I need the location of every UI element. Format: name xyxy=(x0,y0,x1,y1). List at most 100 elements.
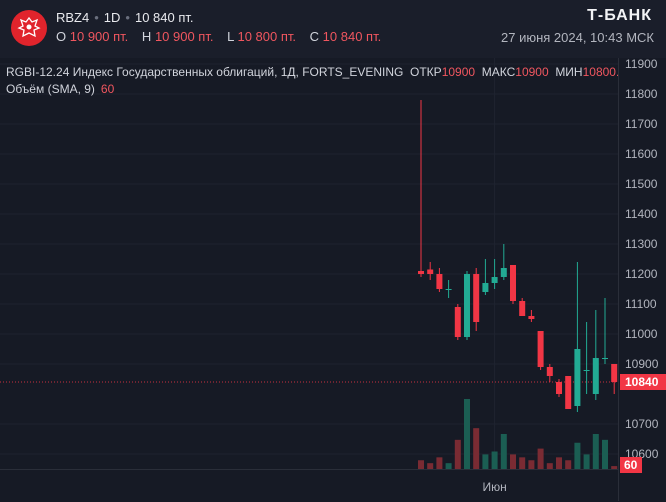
legend-low-label: МИН xyxy=(555,65,583,79)
candle xyxy=(510,265,516,304)
candle xyxy=(546,364,553,382)
candle-body xyxy=(510,265,516,301)
candle-body xyxy=(528,316,535,319)
candle-body xyxy=(491,277,498,283)
volume-bar xyxy=(500,434,507,469)
candle-body xyxy=(427,269,434,274)
price-plot[interactable] xyxy=(0,58,618,469)
ohlc-high-value: 10 900 пт. xyxy=(154,29,214,44)
current-price-label: 10840 xyxy=(625,375,659,389)
candle-body xyxy=(464,274,470,337)
price-tick-label: 11200 xyxy=(625,267,658,281)
volume-bar xyxy=(491,451,498,469)
candle-body xyxy=(482,283,489,292)
volume-bar xyxy=(592,434,599,469)
candle xyxy=(592,310,599,400)
candle-body xyxy=(454,307,461,337)
volume-bar xyxy=(464,399,470,469)
legend-open-value: 10900 xyxy=(441,65,476,79)
price-tick-label: 11500 xyxy=(625,177,658,191)
candle-body xyxy=(436,274,443,289)
ticker-line: RBZ4 • 1D • 10 840 пт. xyxy=(56,10,194,25)
instrument-name[interactable]: RGBI-12.24 Индекс Государственных облига… xyxy=(6,65,403,79)
price-tick-label: 11600 xyxy=(625,147,658,161)
ohlc-open-value: 10 900 пт. xyxy=(69,29,129,44)
candle xyxy=(537,331,544,370)
candle xyxy=(436,268,443,292)
volume-bar xyxy=(565,460,572,469)
price-tick-label: 11000 xyxy=(625,327,658,341)
volume-bar xyxy=(510,454,516,469)
candle xyxy=(602,298,608,364)
last-price: 10 840 пт. xyxy=(134,10,194,25)
volume-bar xyxy=(602,439,608,469)
candle xyxy=(473,268,480,331)
volume-bar xyxy=(583,454,590,469)
candle xyxy=(464,271,470,340)
mint-emblem-logo xyxy=(11,10,47,46)
interval[interactable]: 1D xyxy=(104,10,121,25)
candle xyxy=(565,376,572,409)
volume-bar xyxy=(519,457,526,469)
candle-body xyxy=(583,370,590,371)
price-tick-label: 11800 xyxy=(625,87,658,101)
volume-legend: Объём (SMA, 9) 60 xyxy=(6,82,114,96)
ohlc-readout: O 10 900 пт. H 10 900 пт. L 10 800 пт. C… xyxy=(56,29,391,44)
ohlc-close-label: C xyxy=(309,29,320,44)
volume-indicator-value: 60 xyxy=(100,82,115,96)
volume-value-label: 60 xyxy=(624,458,638,472)
candle xyxy=(574,262,581,412)
candle-body xyxy=(611,364,618,382)
legend-high-value: 10900 xyxy=(515,65,549,79)
price-tick-label: 11400 xyxy=(625,207,658,221)
price-tick-label: 11100 xyxy=(625,297,657,311)
candle xyxy=(427,262,434,280)
candle-body xyxy=(500,268,507,277)
candle-body xyxy=(574,349,581,406)
candle xyxy=(583,322,590,394)
volume-indicator-name[interactable]: Объём (SMA, 9) xyxy=(6,82,95,96)
eagle-icon xyxy=(17,16,41,38)
volume-bar xyxy=(418,460,424,469)
price-axis[interactable]: 11900 11800 11700 11600 11500 11400 11300 11200… xyxy=(618,58,666,501)
candle xyxy=(418,100,424,277)
price-tick-label: 10900 xyxy=(625,357,659,371)
candle xyxy=(528,310,535,322)
candle xyxy=(454,304,461,340)
candle-body xyxy=(546,367,553,376)
candle-body xyxy=(473,274,480,322)
candle xyxy=(611,364,618,394)
price-tick-label: 11300 xyxy=(625,237,658,251)
volume-bar xyxy=(537,448,544,469)
time-tick-label: Июн xyxy=(482,480,506,494)
volume-bar xyxy=(528,460,535,469)
ohlc-low-value: 10 800 пт. xyxy=(237,29,297,44)
candle xyxy=(482,259,489,295)
series-legend: RGBI-12.24 Индекс Государственных облига… xyxy=(6,65,626,79)
candle-body xyxy=(565,376,572,409)
legend-high-label: МАКС xyxy=(481,65,516,79)
datetime: 27 июня 2024, 10:43 МСК xyxy=(501,30,654,45)
price-tick-label: 11900 xyxy=(625,58,658,71)
candle xyxy=(519,298,526,316)
volume-bar xyxy=(454,439,461,469)
ohlc-high-label: H xyxy=(141,29,152,44)
candle-body xyxy=(519,301,526,316)
candle-body xyxy=(418,271,424,274)
ohlc-open-label: O xyxy=(56,29,67,44)
ticker-symbol[interactable]: RBZ4 xyxy=(56,10,89,25)
candle-body xyxy=(445,289,452,290)
candle-body xyxy=(556,382,562,394)
price-tick-label: 11700 xyxy=(625,117,658,131)
ohlc-low-label: L xyxy=(227,29,234,44)
volume-bar xyxy=(436,457,443,469)
volume-bar xyxy=(574,442,581,469)
ohlc-close-value: 10 840 пт. xyxy=(322,29,382,44)
brand-logo: Т-БАНК xyxy=(587,7,652,24)
legend-open-label: ОТКР xyxy=(410,65,442,79)
candle xyxy=(500,244,507,280)
volume-bar xyxy=(556,457,562,469)
time-axis[interactable]: ИюнИюл xyxy=(0,469,618,502)
volume-bar xyxy=(473,428,480,469)
candle xyxy=(445,280,452,298)
